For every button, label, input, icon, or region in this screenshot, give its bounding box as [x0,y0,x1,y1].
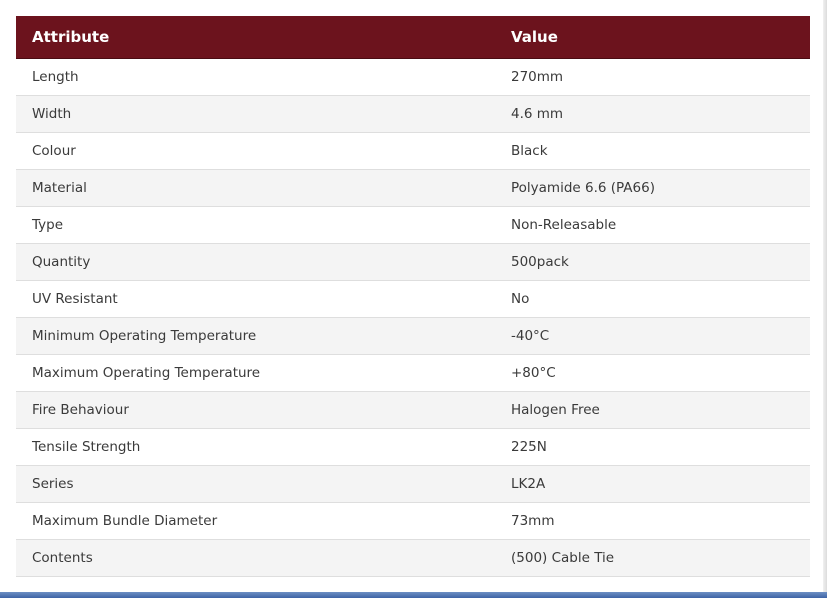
column-header-attribute: Attribute [16,16,495,59]
table-row: Fire Behaviour Halogen Free [16,391,810,429]
attribute-cell: Type [16,206,495,244]
attribute-cell: UV Resistant [16,280,495,318]
value-cell: Black [495,132,810,170]
attribute-cell: Fire Behaviour [16,391,495,429]
value-cell: 73mm [495,502,810,540]
table-row: Width 4.6 mm [16,95,810,133]
table-row: Series LK2A [16,465,810,503]
bottom-accent-bar [0,592,827,598]
attribute-cell: Tensile Strength [16,428,495,466]
value-cell: Halogen Free [495,391,810,429]
page-scrollbar-edge [823,0,827,592]
attribute-cell: Length [16,58,495,96]
value-cell: Non-Releasable [495,206,810,244]
table-row: Material Polyamide 6.6 (PA66) [16,169,810,207]
table-row: Minimum Operating Temperature -40°C [16,317,810,355]
table-header-row: Attribute Value [16,16,810,59]
value-cell: -40°C [495,317,810,355]
specifications-table: Attribute Value Length 270mm Width 4.6 m… [16,16,810,577]
attribute-cell: Maximum Bundle Diameter [16,502,495,540]
table-row: Tensile Strength 225N [16,428,810,466]
attribute-cell: Minimum Operating Temperature [16,317,495,355]
value-cell: 4.6 mm [495,95,810,133]
value-cell: No [495,280,810,318]
attribute-cell: Width [16,95,495,133]
attribute-cell: Quantity [16,243,495,281]
column-header-value: Value [495,16,810,59]
value-cell: (500) Cable Tie [495,539,810,577]
table-row: Length 270mm [16,58,810,96]
table-row: Colour Black [16,132,810,170]
value-cell: Polyamide 6.6 (PA66) [495,169,810,207]
attribute-cell: Colour [16,132,495,170]
attribute-cell: Maximum Operating Temperature [16,354,495,392]
attribute-cell: Material [16,169,495,207]
value-cell: 225N [495,428,810,466]
value-cell: 270mm [495,58,810,96]
value-cell: LK2A [495,465,810,503]
value-cell: +80°C [495,354,810,392]
table-row: Contents (500) Cable Tie [16,539,810,577]
attribute-cell: Series [16,465,495,503]
table-row: Quantity 500pack [16,243,810,281]
table-row: UV Resistant No [16,280,810,318]
attribute-cell: Contents [16,539,495,577]
table-row: Maximum Operating Temperature +80°C [16,354,810,392]
table-row: Maximum Bundle Diameter 73mm [16,502,810,540]
table-row: Type Non-Releasable [16,206,810,244]
value-cell: 500pack [495,243,810,281]
